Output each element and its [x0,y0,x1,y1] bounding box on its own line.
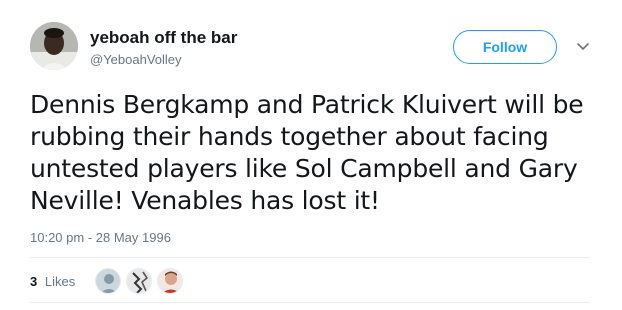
likes-count: 3 [30,274,38,289]
tweet-text: Dennis Bergkamp and Patrick Kluivert wil… [30,90,584,215]
likes-label: Likes [44,274,76,289]
tweet-timestamp[interactable]: 10:20 pm - 28 May 1996 [30,230,171,245]
divider [30,257,590,258]
author-handle[interactable]: @YeboahVolley [90,52,182,67]
author-display-name[interactable]: yeboah off the bar [90,28,237,48]
liker-avatar[interactable] [126,268,152,294]
author-avatar[interactable] [30,22,78,70]
likes-stat[interactable]: 3 Likes [30,274,75,289]
avatar-photo [30,22,78,70]
liker-avatar[interactable] [157,268,183,294]
likers-avatars [95,268,188,294]
chevron-down-icon[interactable] [575,39,591,55]
tweet-card: yeboah off the bar @YeboahVolley Follow … [0,0,622,310]
liker-avatar[interactable] [95,268,121,294]
follow-button[interactable]: Follow [453,30,557,64]
divider [30,302,590,303]
